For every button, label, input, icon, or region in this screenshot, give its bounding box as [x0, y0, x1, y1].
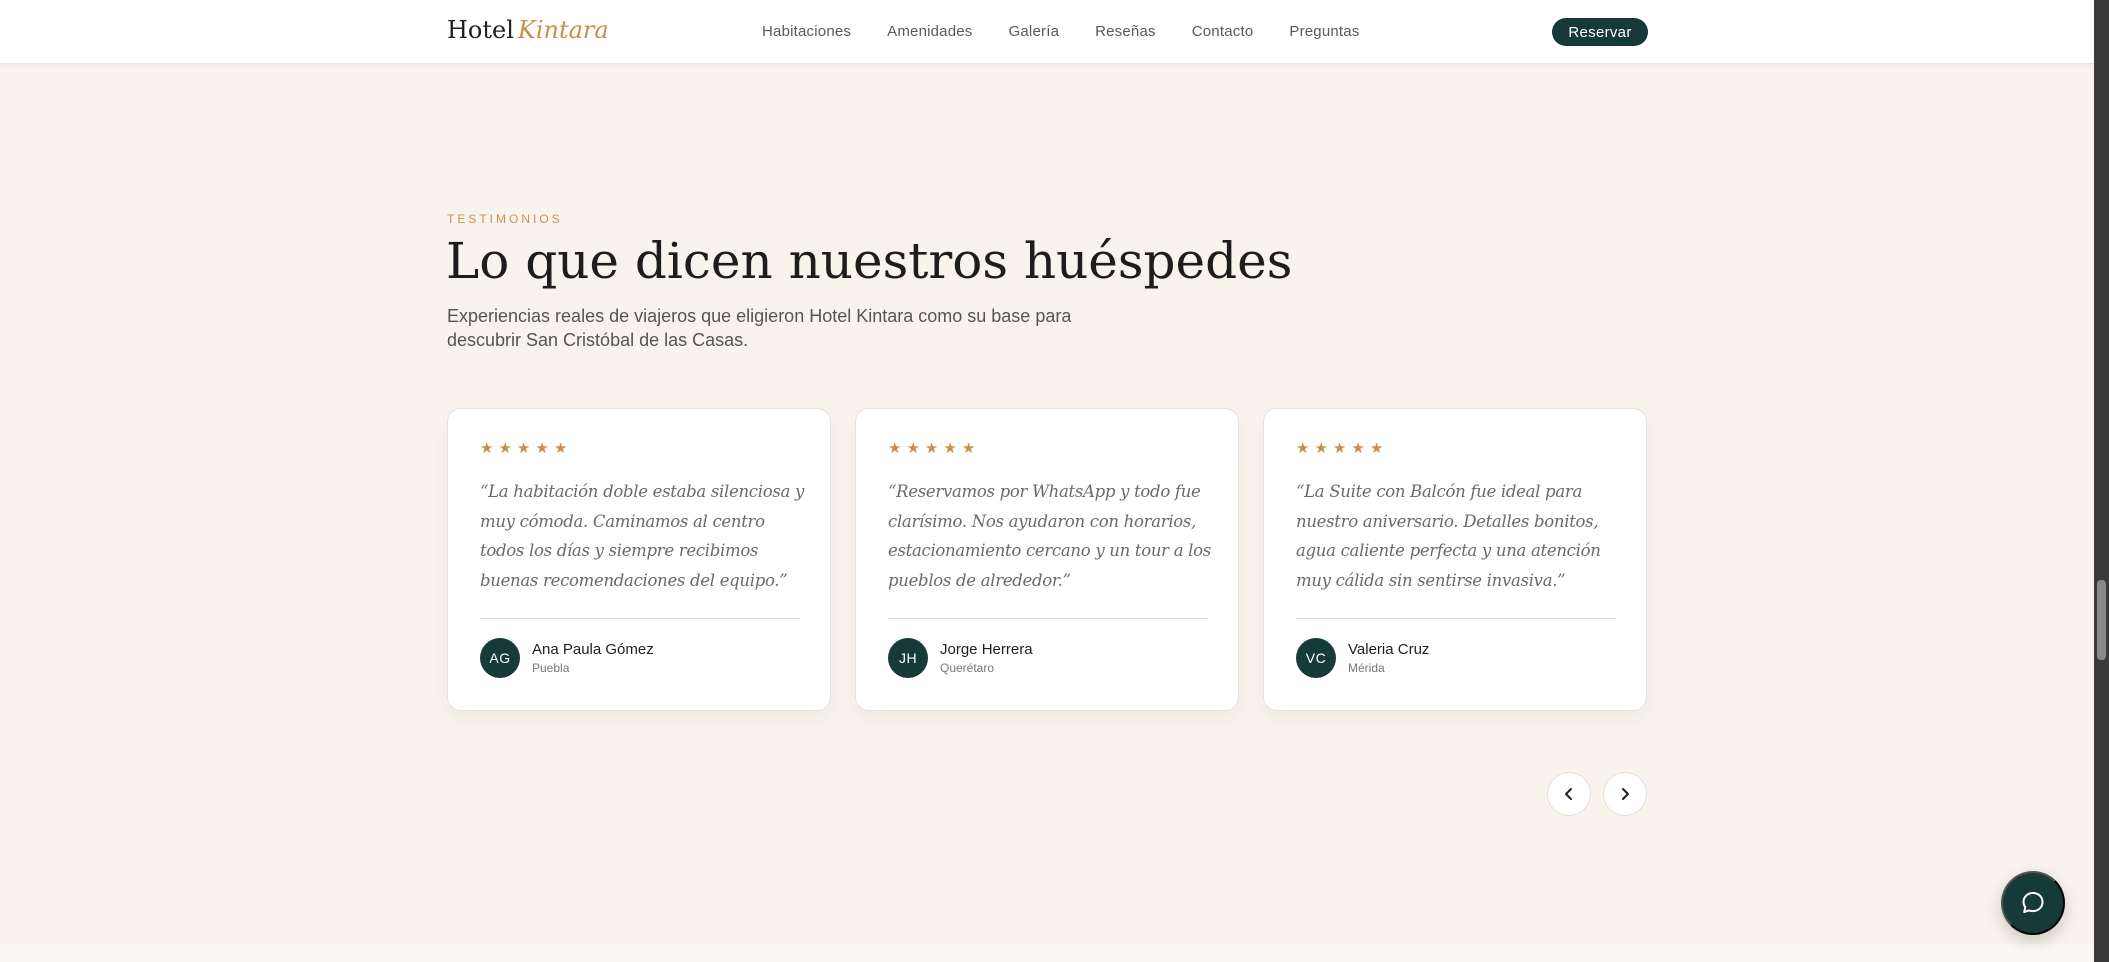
- carousel-next-button[interactable]: [1603, 772, 1647, 816]
- author-city: Mérida: [1348, 661, 1385, 675]
- star-icon: ★: [888, 440, 902, 457]
- star-icon: ★: [1314, 440, 1328, 457]
- logo[interactable]: Hotel Kintara: [447, 16, 609, 44]
- star-icon: ★: [1369, 440, 1384, 457]
- reserve-button[interactable]: Reservar: [1552, 18, 1648, 46]
- testimonial-card: ★ ★ ★ ★ ★ “La Suite con Balcón fue ideal…: [1263, 408, 1647, 711]
- testimonial-card: ★ ★ ★ ★ ★ “Reservamos por WhatsApp y tod…: [855, 408, 1239, 711]
- star-icon: ★: [1296, 440, 1310, 457]
- site-header: Hotel Kintara Habitaciones Amenidades Gal…: [0, 0, 2094, 64]
- author-name: Ana Paula Gómez: [532, 641, 654, 658]
- star-icon: ★: [535, 440, 549, 457]
- section-title: Lo que dicen nuestros huéspedes: [446, 232, 1293, 290]
- divider: [888, 618, 1208, 619]
- nav-habitaciones[interactable]: Habitaciones: [762, 23, 851, 40]
- chevron-left-icon: [1565, 788, 1572, 800]
- avatar: JH: [888, 638, 928, 678]
- testimonial-quote: “La Suite con Balcón fue ideal para nues…: [1296, 482, 1601, 590]
- divider: [1296, 618, 1616, 619]
- divider: [480, 618, 800, 619]
- star-icon: ★: [961, 440, 976, 457]
- carousel-prev-button[interactable]: [1547, 772, 1591, 816]
- nav-contacto[interactable]: Contacto: [1192, 23, 1254, 40]
- star-icon: ★: [1351, 440, 1365, 457]
- nav-galeria[interactable]: Galería: [1009, 23, 1060, 40]
- rating-stars: ★ ★ ★ ★ ★: [480, 441, 567, 457]
- scrollbar-thumb[interactable]: [2097, 580, 2106, 660]
- star-icon: ★: [1332, 440, 1347, 457]
- star-icon: ★: [943, 440, 957, 457]
- testimonial-quote: “Reservamos por WhatsApp y todo fue clar…: [888, 482, 1211, 590]
- star-icon: ★: [924, 440, 939, 457]
- main-nav: Habitaciones Amenidades Galería Reseñas …: [762, 23, 1396, 40]
- next-section-edge: [0, 944, 2094, 962]
- nav-preguntas[interactable]: Preguntas: [1289, 23, 1359, 40]
- section-subtitle: Experiencias reales de viajeros que elig…: [447, 306, 1072, 350]
- page-scrollbar[interactable]: [2094, 0, 2109, 962]
- nav-amenidades[interactable]: Amenidades: [887, 23, 972, 40]
- star-icon: ★: [553, 440, 568, 457]
- chat-button[interactable]: [2001, 871, 2065, 935]
- author-city: Querétaro: [940, 661, 995, 675]
- star-icon: ★: [906, 440, 920, 457]
- logo-main: Hotel: [447, 16, 514, 44]
- chevron-right-icon: [1622, 788, 1629, 800]
- author-city: Puebla: [532, 661, 570, 675]
- author-name: Jorge Herrera: [940, 641, 1033, 658]
- rating-stars: ★ ★ ★ ★ ★: [888, 441, 975, 457]
- star-icon: ★: [516, 440, 531, 457]
- avatar: VC: [1296, 638, 1336, 678]
- nav-resenas[interactable]: Reseñas: [1095, 23, 1156, 40]
- avatar: AG: [480, 638, 520, 678]
- chat-bubble-icon: [2022, 892, 2044, 913]
- author-name: Valeria Cruz: [1348, 641, 1430, 658]
- testimonial-card: ★ ★ ★ ★ ★ “La habitación doble estaba si…: [447, 408, 831, 711]
- star-icon: ★: [498, 440, 512, 457]
- section-eyebrow: TESTIMONIOS: [447, 212, 563, 226]
- logo-accent: Kintara: [517, 16, 609, 44]
- rating-stars: ★ ★ ★ ★ ★: [1296, 441, 1383, 457]
- star-icon: ★: [480, 440, 494, 457]
- testimonial-quote: “La habitación doble estaba silenciosa y…: [480, 482, 804, 590]
